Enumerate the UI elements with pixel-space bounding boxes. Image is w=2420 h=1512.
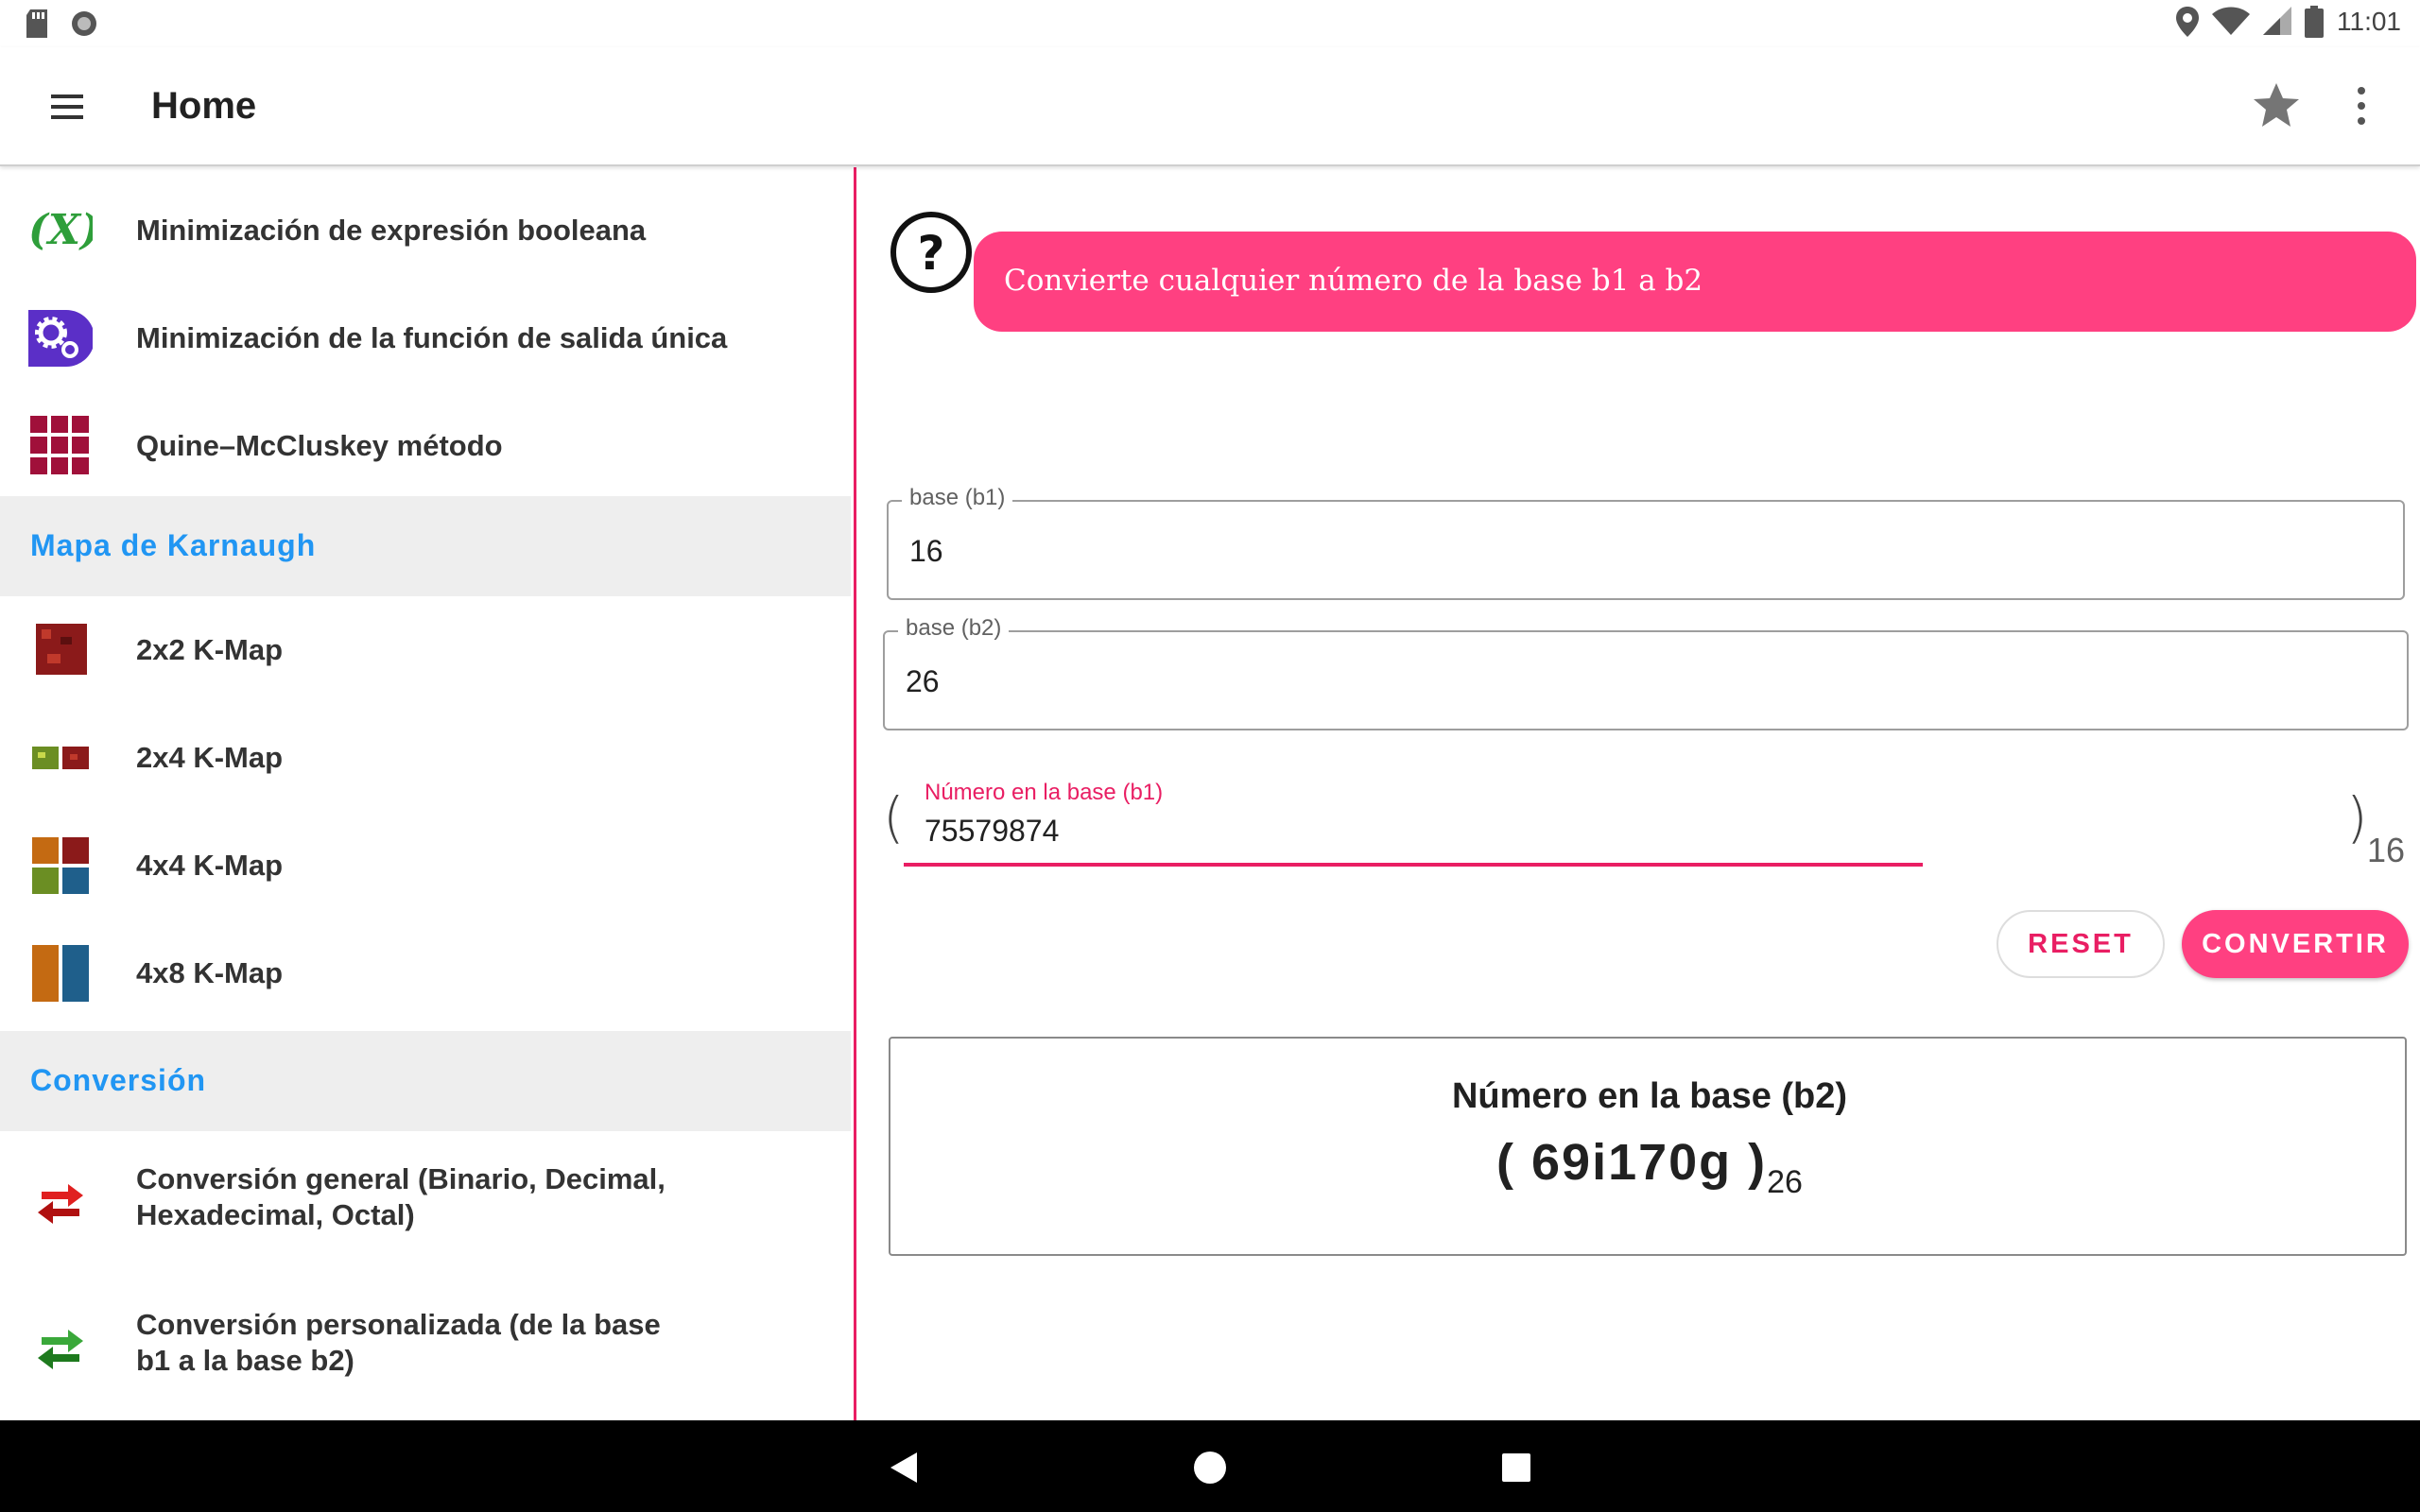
section-header-karnaugh: Mapa de Karnaugh (0, 496, 851, 596)
base-b1-field[interactable]: base (b1) 16 (887, 485, 2405, 600)
wifi-icon (2212, 7, 2250, 35)
navigation-drawer: (X) Minimización de expresión booleana M… (0, 167, 853, 1420)
nav-label: Minimización de expresión booleana (136, 214, 647, 247)
nav-item-single-output-minimization[interactable]: Minimización de la función de salida úni… (0, 296, 851, 381)
location-icon (2176, 7, 2199, 37)
nav-item-kmap-2x4[interactable]: 2x4 K-Map (0, 715, 851, 800)
nav-label: Conversión personalizada (de la base b1 … (136, 1307, 661, 1379)
page-title: Home (151, 85, 257, 127)
result-value-row: ( 69i170g )26 (890, 1133, 2409, 1201)
number-input-label: Número en la base (b1) (925, 780, 1164, 805)
field-label: base (b2) (898, 615, 1010, 642)
input-base-subscript: 16 (2367, 831, 2406, 869)
hamburger-menu-icon[interactable] (47, 91, 89, 123)
status-bar: 11:01 (0, 0, 2420, 47)
nav-item-kmap-2x2[interactable]: 2x2 K-Map (0, 608, 851, 693)
svg-text:?: ? (917, 226, 944, 281)
battery-icon (2305, 6, 2324, 38)
reset-button[interactable]: RESET (1996, 910, 2165, 978)
nav-item-quine-mccluskey[interactable]: Quine–McCluskey método (0, 404, 851, 489)
app-bar: Home (0, 47, 2420, 166)
nav-label: 2x4 K-Map (136, 741, 284, 774)
favorite-star-icon[interactable] (2250, 79, 2303, 132)
status-left-icons (25, 9, 98, 38)
red-arrows-icon (38, 1184, 83, 1224)
nav-item-custom-conversion[interactable]: Conversión personalizada (de la base b1 … (0, 1292, 851, 1405)
number-input[interactable]: 75579874 (925, 814, 1059, 849)
section-title: Mapa de Karnaugh (30, 528, 317, 562)
convert-button[interactable]: CONVERTIR (2182, 910, 2409, 978)
field-value: 16 (909, 534, 943, 568)
nav-label: 2x2 K-Map (136, 633, 284, 666)
nav-label: 4x4 K-Map (136, 849, 284, 882)
nav-label: Conversión general (Binario, Decimal, He… (136, 1161, 666, 1233)
converter-panel: ? Convierte cualquier número de la base … (856, 167, 2420, 1420)
info-banner: Convierte cualquier número de la base b1… (974, 232, 2416, 332)
sync-circle-icon (72, 11, 96, 36)
field-label: base (b1) (902, 485, 1013, 511)
kmap-4x4-icon (32, 837, 89, 894)
recents-icon[interactable] (1495, 1447, 1537, 1488)
banner-text: Convierte cualquier número de la base b1… (1004, 264, 1703, 298)
green-arrows-icon (38, 1330, 83, 1369)
overflow-menu-icon[interactable] (2344, 79, 2378, 132)
nav-item-general-conversion[interactable]: Conversión general (Binario, Decimal, He… (0, 1146, 851, 1260)
section-header-conversion: Conversión (0, 1031, 851, 1131)
nav-label-line: b1 a la base b2) (136, 1344, 354, 1377)
kmap-2x2-icon (36, 624, 87, 675)
nav-label: Quine–McCluskey método (136, 429, 503, 462)
nav-label-line: Conversión general (Binario, Decimal, (136, 1162, 666, 1195)
result-base-subscript: 26 (1767, 1164, 1803, 1200)
section-title: Conversión (30, 1063, 207, 1097)
nav-label: Minimización de la función de salida úni… (136, 321, 728, 354)
result-title: Número en la base (b2) (1451, 1076, 1848, 1116)
back-icon[interactable] (883, 1447, 925, 1488)
system-navigation-bar (0, 1420, 2420, 1512)
signal-icon (2263, 7, 2291, 35)
result-value: ( 69i170g ) (1496, 1134, 1768, 1191)
help-question-icon[interactable]: ? (889, 210, 974, 295)
open-paren: ( (883, 785, 905, 850)
gears-icon (28, 310, 93, 367)
result-box: Número en la base (b2) ( 69i170g )26 (889, 1037, 2407, 1256)
clock: 11:01 (2337, 7, 2401, 36)
kmap-2x4-icon (32, 747, 89, 769)
nav-item-kmap-4x4[interactable]: 4x4 K-Map (0, 823, 851, 908)
sd-card-icon (26, 9, 47, 38)
field-value: 26 (906, 664, 940, 698)
nav-item-boolean-minimization[interactable]: (X) Minimización de expresión booleana (0, 188, 851, 273)
status-right-icons: 11:01 (2176, 6, 2401, 38)
nav-label-line: Conversión personalizada (de la base (136, 1308, 661, 1341)
svg-text:(X): (X) (28, 206, 93, 254)
number-input-underline (904, 863, 1923, 867)
nav-item-kmap-4x8[interactable]: 4x8 K-Map (0, 931, 851, 1016)
close-paren: ) (2346, 785, 2368, 850)
grid-table-icon (30, 416, 89, 474)
nav-label: 4x8 K-Map (136, 956, 284, 989)
nav-label-line: Hexadecimal, Octal) (136, 1198, 415, 1231)
kmap-4x8-icon (32, 945, 89, 1002)
base-b2-field[interactable]: base (b2) 26 (883, 615, 2409, 730)
boolean-function-icon: (X) (28, 206, 93, 254)
home-icon[interactable] (1189, 1447, 1231, 1488)
